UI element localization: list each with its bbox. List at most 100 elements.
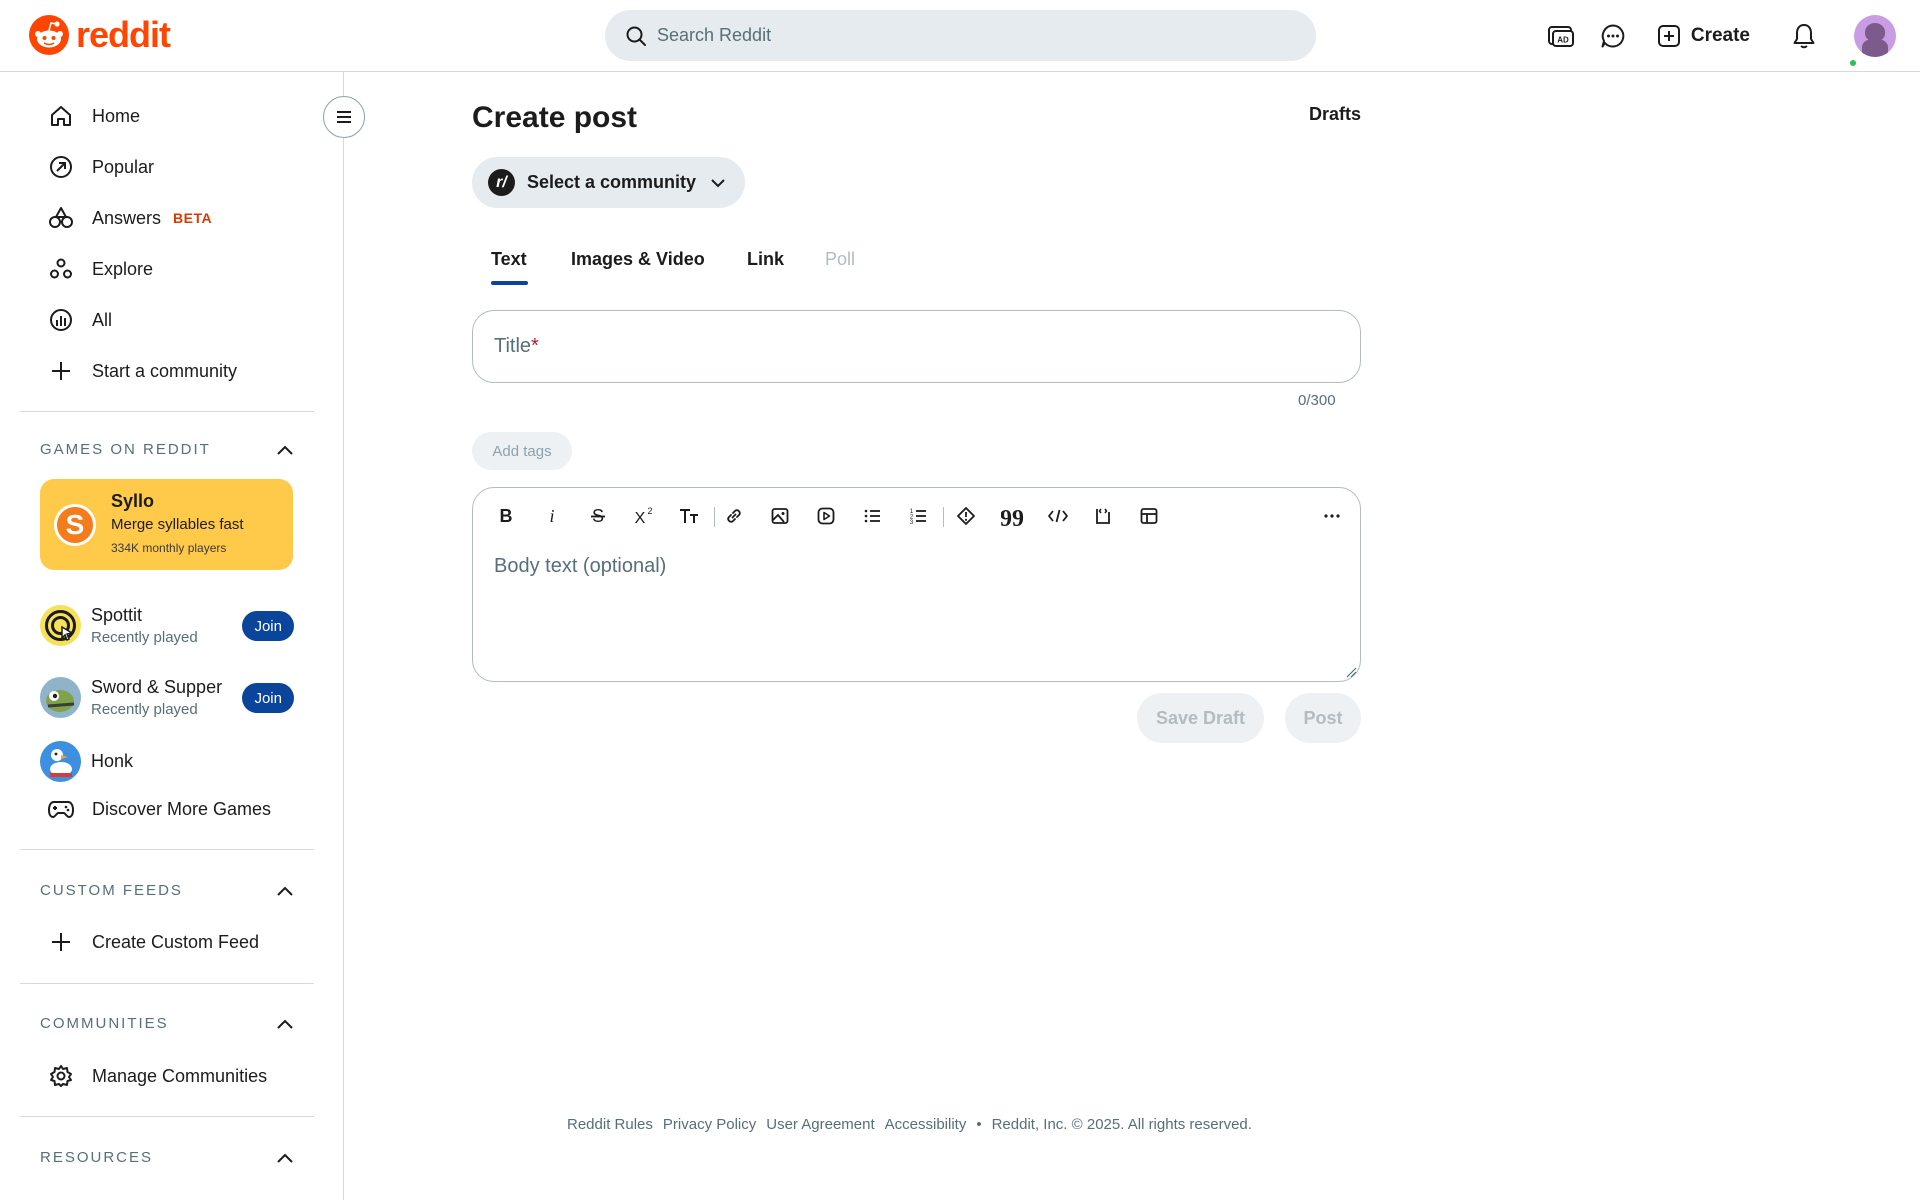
bell-icon [1793, 24, 1815, 49]
title-placeholder: Title [494, 335, 532, 357]
code-icon[interactable] [1040, 498, 1076, 534]
link-icon[interactable] [716, 498, 752, 534]
required-asterisk: * [531, 335, 539, 357]
image-icon[interactable] [762, 498, 798, 534]
sidebar-item-label: Start a community [92, 360, 238, 381]
quote-icon[interactable]: 99 [994, 498, 1030, 534]
search-bar[interactable]: Search Reddit [605, 10, 1316, 61]
reddit-logo[interactable]: reddit [28, 14, 171, 56]
sidebar-item-label: Home [92, 105, 141, 126]
footer-link[interactable]: User Agreement [766, 1116, 874, 1133]
sidebar-item-explore[interactable]: Explore [20, 245, 314, 293]
italic-icon[interactable]: i [534, 498, 570, 534]
game-item-honk[interactable]: Honk [40, 734, 294, 788]
sidebar-item-discover-games[interactable]: Discover More Games [20, 785, 314, 833]
advertise-button[interactable]: AD [1539, 14, 1583, 58]
featured-game-card[interactable]: S Syllo Merge syllables fast 334K monthl… [40, 479, 293, 570]
featured-game-players: 334K monthly players [111, 541, 227, 555]
chat-button[interactable] [1591, 14, 1635, 58]
tab-link[interactable]: Link [747, 249, 784, 270]
join-button[interactable]: Join [242, 611, 294, 641]
bullet-list-icon[interactable] [854, 498, 890, 534]
post-button: Post [1285, 693, 1361, 743]
title-input[interactable]: Title * [472, 310, 1361, 383]
avatar-body [1862, 39, 1888, 57]
sidebar-item-home[interactable]: Home [20, 92, 314, 140]
home-icon [48, 103, 74, 129]
sidebar-item-start-community[interactable]: Start a community [20, 347, 314, 395]
sidebar-divider [20, 1116, 314, 1117]
heading-icon[interactable] [671, 498, 707, 534]
footer-link[interactable]: Accessibility [885, 1116, 967, 1133]
sword-supper-icon [40, 676, 81, 718]
online-status-dot [1848, 58, 1858, 68]
collapse-sidebar-button[interactable] [323, 96, 365, 138]
add-tags-button: Add tags [472, 432, 572, 470]
svg-text:3: 3 [910, 520, 914, 526]
sidebar-item-label: Create Custom Feed [92, 931, 260, 952]
sidebar-item-all[interactable]: All [20, 296, 314, 344]
chevron-down-icon [711, 178, 725, 187]
games-section-header[interactable]: GAMES ON REDDIT [40, 441, 294, 458]
reddit-snoo-icon [29, 15, 69, 55]
footer: Reddit Rules Privacy Policy User Agreeme… [567, 1116, 1262, 1133]
featured-game-name: Syllo [111, 491, 155, 511]
communities-section-header[interactable]: COMMUNITIES [40, 1015, 294, 1032]
footer-link[interactable]: Privacy Policy [663, 1116, 756, 1133]
numbered-list-icon[interactable]: 123 [900, 498, 936, 534]
svg-text:99: 99 [1001, 506, 1023, 526]
community-r-icon: r/ [488, 169, 515, 196]
game-name: Spottit [91, 604, 143, 625]
toolbar-separator [943, 507, 944, 527]
active-tab-indicator [491, 281, 528, 285]
plus-square-icon [1657, 25, 1680, 47]
tab-text[interactable]: Text [491, 249, 527, 270]
gamepad-icon [48, 796, 74, 822]
table-icon[interactable] [1131, 498, 1167, 534]
plus-icon [48, 358, 74, 384]
game-item-spottit[interactable]: Spottit Recently played Join [40, 598, 294, 652]
sidebar-item-create-custom-feed[interactable]: Create Custom Feed [20, 918, 314, 966]
video-icon[interactable] [808, 498, 844, 534]
sidebar-divider [20, 849, 314, 850]
resize-handle-icon[interactable] [1345, 666, 1357, 678]
top-header: reddit Search Reddit AD Create [0, 0, 1920, 72]
sidebar-item-label: All [92, 309, 113, 330]
beta-badge: BETA [173, 210, 213, 226]
user-avatar[interactable] [1854, 15, 1896, 57]
sidebar-item-manage-communities[interactable]: Manage Communities [20, 1052, 314, 1100]
join-button[interactable]: Join [242, 683, 294, 713]
svg-text:B: B [500, 506, 513, 526]
sidebar-divider [20, 411, 314, 412]
sidebar-item-label: Explore [92, 258, 154, 279]
page-title: Create post [472, 101, 638, 134]
search-placeholder: Search Reddit [657, 25, 772, 45]
svg-text:X: X [635, 510, 646, 526]
title-char-counter: 0/300 [1298, 392, 1336, 409]
strikethrough-icon[interactable]: S [580, 498, 616, 534]
sidebar-item-label: Popular [92, 156, 155, 177]
create-button[interactable]: Create [1643, 14, 1764, 58]
footer-link[interactable]: Reddit Rules [567, 1116, 653, 1133]
explore-icon [48, 256, 74, 282]
spoiler-icon[interactable] [948, 498, 984, 534]
resources-section-header[interactable]: RESOURCES [40, 1149, 294, 1166]
tab-images-video[interactable]: Images & Video [571, 249, 705, 270]
select-community-button[interactable]: r/ Select a community [472, 157, 745, 208]
custom-feeds-section-header[interactable]: CUSTOM FEEDS [40, 882, 294, 899]
footer-separator: • [976, 1116, 982, 1133]
game-status: Recently played [91, 700, 198, 718]
sidebar-item-answers[interactable]: Answers BETA [20, 194, 314, 242]
code-block-icon[interactable] [1085, 498, 1121, 534]
svg-text:AD: AD [1557, 36, 1569, 45]
bold-icon[interactable]: B [488, 498, 524, 534]
sidebar-item-popular[interactable]: Popular [20, 143, 314, 191]
game-item-sword-supper[interactable]: Sword & Supper Recently played Join [40, 670, 294, 724]
sidebar-divider [20, 983, 314, 984]
drafts-button[interactable]: Drafts [1309, 104, 1361, 125]
more-icon[interactable] [1314, 498, 1350, 534]
notifications-button[interactable] [1782, 14, 1826, 58]
honk-icon [40, 740, 81, 782]
body-editor[interactable]: B i S X2 123 99 Body text (optional) [472, 487, 1361, 682]
superscript-icon[interactable]: X2 [625, 498, 661, 534]
